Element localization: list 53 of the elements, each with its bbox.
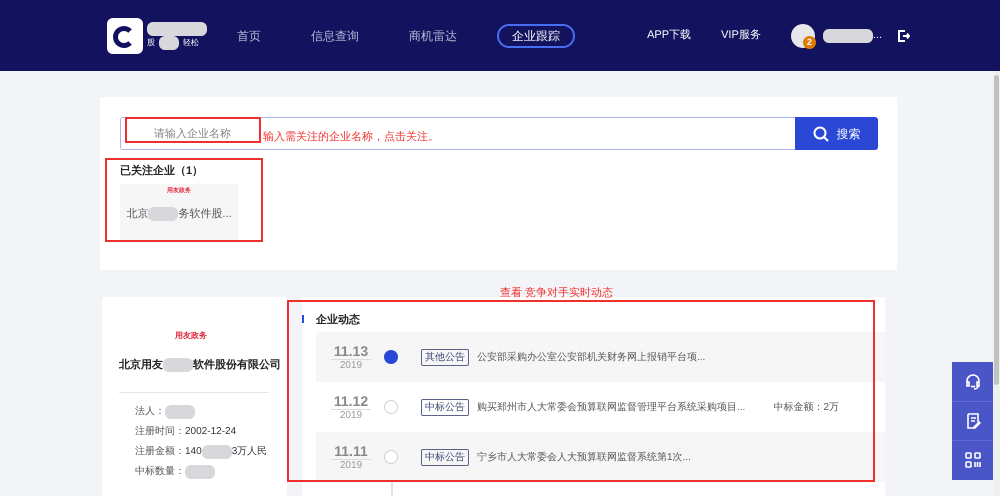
event-date: 11.12 bbox=[330, 392, 372, 410]
event-date: 11.13 bbox=[330, 342, 372, 360]
text: 3万人民 bbox=[232, 445, 268, 459]
text: 北京用友 bbox=[119, 358, 163, 373]
event-year: 2019 bbox=[340, 410, 362, 422]
section-title: 已关注企业（1） bbox=[120, 164, 204, 179]
text: 2002-12-24 bbox=[185, 425, 236, 439]
event-year: 2019 bbox=[340, 460, 362, 472]
text: 软件股份有限公司 bbox=[193, 358, 281, 373]
redaction-blur bbox=[202, 444, 232, 458]
text: 务软件股... bbox=[178, 207, 232, 222]
field-label: 法人： bbox=[135, 404, 165, 419]
annotation-text: 查看 竞争对手实时动态 bbox=[500, 286, 614, 301]
nav-tab[interactable]: 首页 bbox=[227, 24, 271, 48]
company-logo: 用友政务 bbox=[175, 330, 207, 342]
text: 股 bbox=[147, 36, 155, 48]
logout-icon[interactable] bbox=[898, 30, 910, 42]
timeline-row[interactable]: 11.11 2019 中标公告 宁乡市人大常委会人大预算联网监督系统第1次... bbox=[316, 432, 885, 482]
redaction-blur bbox=[163, 358, 193, 372]
field-label: 注册时间： bbox=[135, 424, 185, 439]
nav-tab[interactable]: 企业跟踪 bbox=[497, 24, 575, 48]
text: 北京 bbox=[126, 206, 148, 222]
redaction-blur bbox=[148, 207, 178, 222]
event-tag: 其他公告 bbox=[421, 348, 469, 366]
text: 140 bbox=[185, 445, 202, 459]
redaction-blur bbox=[165, 404, 195, 418]
event-title: 宁乡市人大常委会人大预算联网监督系统第1次... bbox=[477, 450, 691, 464]
event-year: 2019 bbox=[340, 360, 362, 372]
nav-tab[interactable]: 信息查询 bbox=[301, 24, 369, 48]
redaction-blur bbox=[185, 464, 215, 478]
event-amount: 中标金额：2万 bbox=[773, 400, 839, 414]
event-tag: 中标公告 bbox=[421, 398, 469, 416]
nav-tab[interactable]: 商机雷达 bbox=[399, 24, 467, 48]
event-title: 购买郑州市人大常委会预算联网监督管理平台系统采购项目... bbox=[477, 400, 746, 414]
annotation-text: 输入需关注的企业名称，点击关注。 bbox=[263, 130, 439, 145]
search-button[interactable]: 搜索 bbox=[795, 117, 878, 150]
text: ... bbox=[872, 28, 882, 44]
scrollbar-thumb[interactable] bbox=[994, 75, 999, 385]
field-label: 中标数量： bbox=[135, 464, 185, 479]
event-date: 11.11 bbox=[331, 442, 371, 460]
search-icon bbox=[812, 126, 828, 142]
event-tag: 中标公告 bbox=[421, 448, 469, 466]
qr-code-icon bbox=[964, 451, 982, 469]
section-title: 企业动态 bbox=[316, 312, 360, 328]
logo-icon bbox=[107, 18, 143, 54]
nav-link[interactable]: VIP服务 bbox=[721, 27, 761, 44]
timeline-row[interactable]: 11.13 2019 其他公告 公安部采购办公室公安部机关财务网上报销平台项... bbox=[316, 332, 885, 382]
text: 轻松 bbox=[183, 36, 199, 48]
field-label: 注册金额： bbox=[135, 444, 185, 459]
redaction-blur bbox=[822, 28, 873, 42]
nav-link[interactable]: APP下载 bbox=[647, 27, 692, 44]
event-title: 公安部采购办公室公安部机关财务网上报销平台项... bbox=[477, 350, 706, 364]
headset-icon bbox=[964, 372, 982, 390]
